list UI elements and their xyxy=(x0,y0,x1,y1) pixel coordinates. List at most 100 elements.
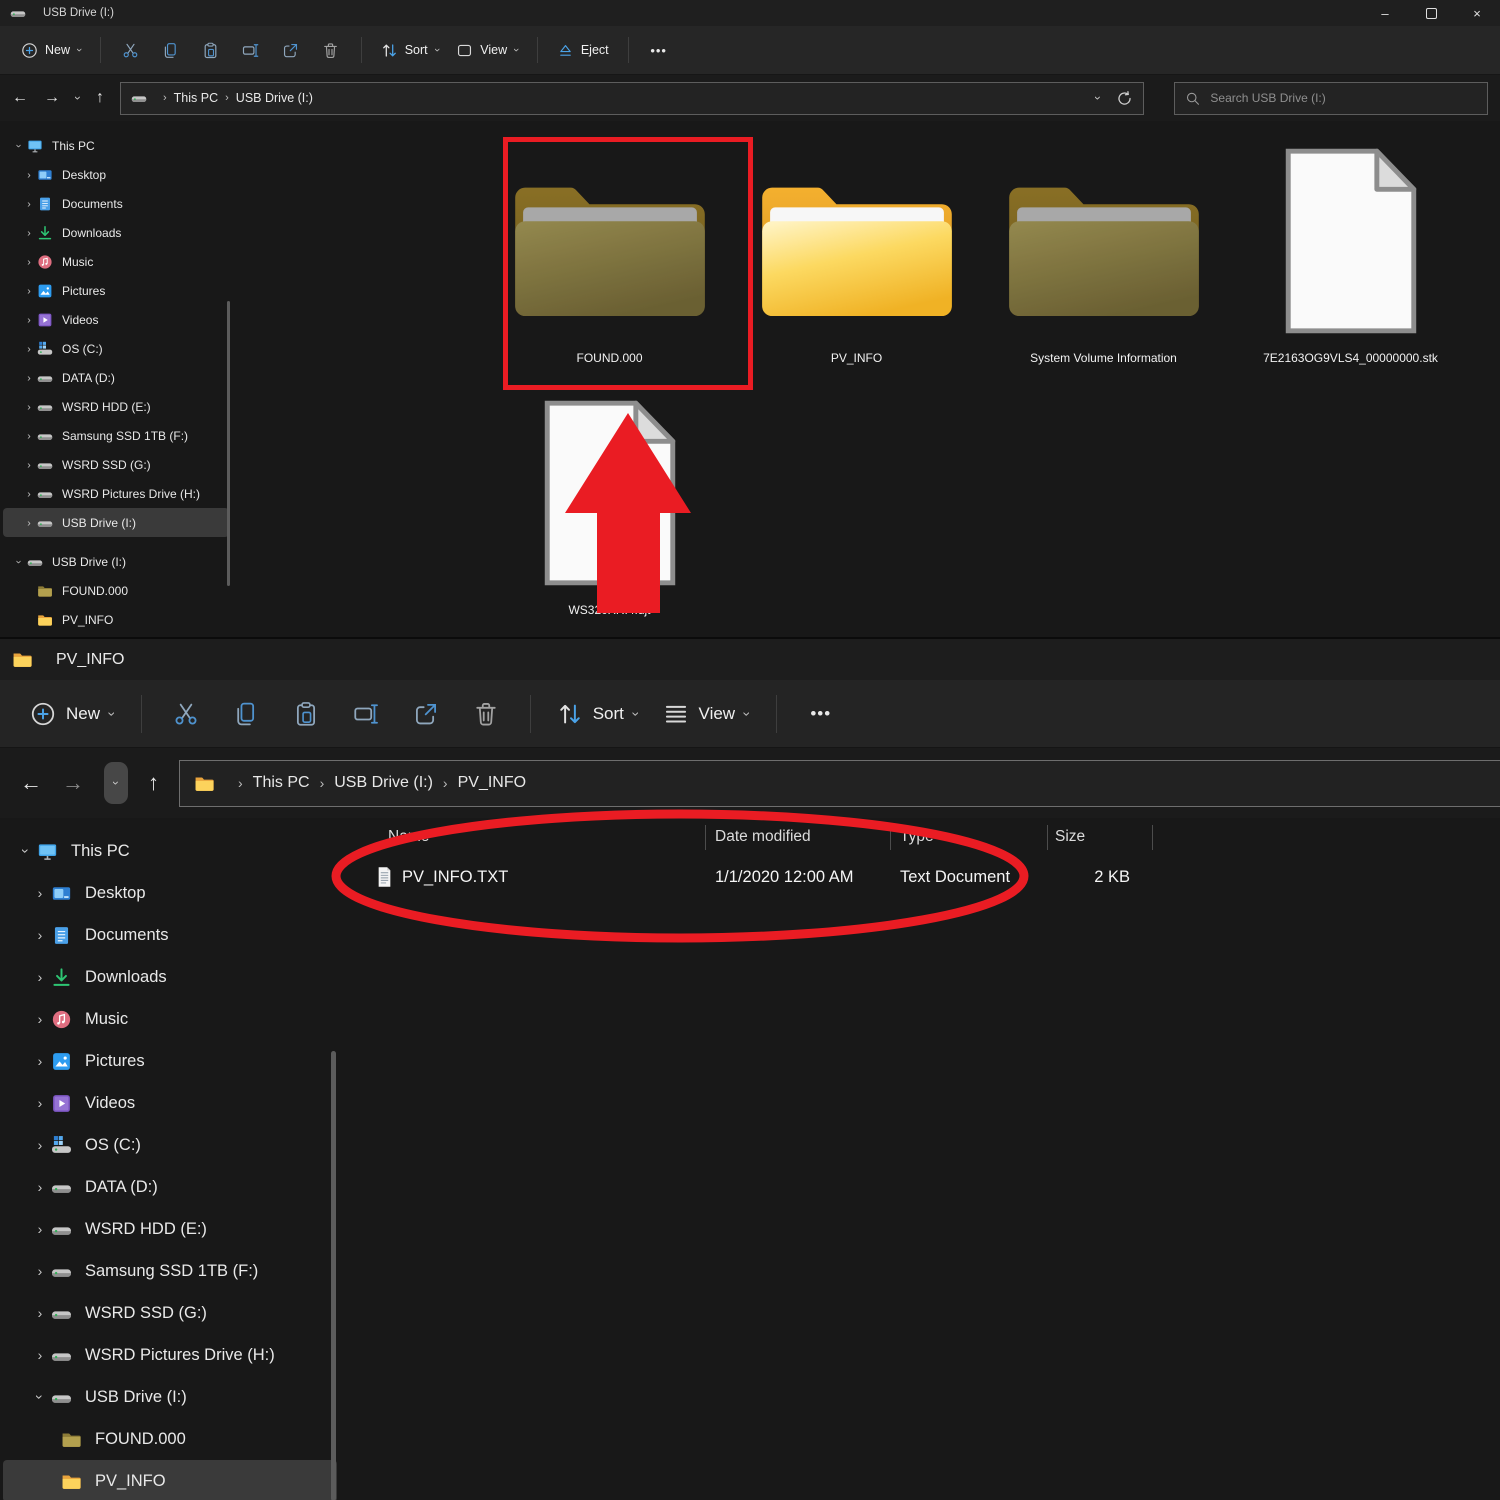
chevron-down-icon[interactable]: › xyxy=(13,138,25,154)
search-input[interactable] xyxy=(1208,90,1477,106)
chevron-right-icon[interactable]: › xyxy=(29,1347,51,1363)
sidebar-item[interactable]: › Documents xyxy=(3,914,337,956)
sidebar-item[interactable]: FOUND.000 xyxy=(3,1418,337,1460)
recent-locations-button[interactable]: › xyxy=(104,762,128,804)
sort-button[interactable]: Sort › xyxy=(545,690,651,738)
delete-button[interactable] xyxy=(456,690,516,738)
sidebar-item[interactable]: › WSRD HDD (E:) xyxy=(3,392,229,421)
sort-button[interactable]: Sort › xyxy=(372,33,448,67)
sidebar-item[interactable]: › WSRD SSD (G:) xyxy=(3,1292,337,1334)
sidebar-item[interactable]: › Music xyxy=(3,998,337,1040)
chevron-down-icon[interactable]: › xyxy=(32,1386,48,1408)
chevron-right-icon[interactable]: › xyxy=(29,1263,51,1279)
rename-button[interactable] xyxy=(336,690,396,738)
column-divider[interactable] xyxy=(1152,825,1153,850)
column-header-name[interactable]: Name xyxy=(388,822,429,852)
breadcrumb-segment[interactable]: › This PC xyxy=(163,91,218,105)
address-bar[interactable]: › This PC › USB Drive (I:) › PV_INFO xyxy=(179,760,1500,807)
up-button[interactable]: ↑ xyxy=(96,90,104,106)
share-button[interactable] xyxy=(396,690,456,738)
new-button[interactable]: New › xyxy=(12,33,90,67)
sidebar-item[interactable]: › OS (C:) xyxy=(3,1124,337,1166)
chevron-down-icon[interactable]: › xyxy=(13,554,25,570)
sidebar-item[interactable]: › Desktop xyxy=(3,872,337,914)
more-options-button[interactable]: ••• xyxy=(791,690,851,738)
cut-button[interactable] xyxy=(111,33,151,67)
recent-locations-button[interactable]: › xyxy=(71,96,85,100)
chevron-right-icon[interactable]: › xyxy=(29,1179,51,1195)
breadcrumb-segment[interactable]: › This PC xyxy=(238,774,310,792)
sidebar-item[interactable]: › WSRD SSD (G:) xyxy=(3,450,229,479)
chevron-right-icon[interactable]: › xyxy=(29,1137,51,1153)
breadcrumb-segment[interactable]: › USB Drive (I:) xyxy=(320,774,433,792)
column-header-type[interactable]: Type xyxy=(900,822,934,852)
file-row-pv-info-txt[interactable]: PV_INFO.TXT 1/1/2020 12:00 AM Text Docum… xyxy=(340,858,1170,896)
chevron-right-icon[interactable]: › xyxy=(29,969,51,985)
sidebar-item[interactable]: › Samsung SSD 1TB (F:) xyxy=(3,421,229,450)
back-button[interactable]: ← xyxy=(20,772,42,794)
file-tile[interactable]: WS220XR.4.93.djt xyxy=(1474,138,1500,390)
search-box[interactable] xyxy=(1174,82,1488,115)
chevron-right-icon[interactable]: › xyxy=(29,1221,51,1237)
chevron-right-icon[interactable]: › xyxy=(21,343,37,355)
chevron-right-icon[interactable]: › xyxy=(21,314,37,326)
forward-button[interactable]: → xyxy=(62,772,84,794)
eject-button[interactable]: Eject xyxy=(548,33,618,67)
more-options-button[interactable]: ••• xyxy=(639,33,679,67)
sidebar-item[interactable]: › USB Drive (I:) xyxy=(3,547,229,576)
sidebar-item[interactable]: › Pictures xyxy=(3,276,229,305)
chevron-right-icon[interactable]: › xyxy=(21,169,37,181)
maximize-button[interactable] xyxy=(1408,0,1454,26)
chevron-right-icon[interactable]: › xyxy=(21,517,37,529)
sidebar-item[interactable]: › WSRD Pictures Drive (H:) xyxy=(3,1334,337,1376)
sidebar-item[interactable]: › Music xyxy=(3,247,229,276)
sidebar-item[interactable]: › Samsung SSD 1TB (F:) xyxy=(3,1250,337,1292)
back-button[interactable]: ← xyxy=(12,90,28,106)
column-header-size[interactable]: Size xyxy=(1055,822,1085,852)
chevron-right-icon[interactable]: › xyxy=(21,285,37,297)
forward-button[interactable]: → xyxy=(44,90,60,106)
sidebar-item[interactable]: › This PC xyxy=(3,131,229,160)
paste-button[interactable] xyxy=(191,33,231,67)
copy-button[interactable] xyxy=(151,33,191,67)
column-header-date-modified[interactable]: Date modified xyxy=(715,822,811,852)
sidebar-item[interactable]: PV_INFO xyxy=(3,1460,337,1500)
up-button[interactable]: ↑ xyxy=(148,772,159,794)
sidebar-item[interactable]: › Videos xyxy=(3,305,229,334)
refresh-button[interactable] xyxy=(1116,90,1133,107)
column-divider[interactable] xyxy=(1047,825,1048,850)
sidebar-item[interactable]: › WSRD HDD (E:) xyxy=(3,1208,337,1250)
column-divider[interactable] xyxy=(890,825,891,850)
new-button[interactable]: New › xyxy=(18,690,127,738)
chevron-right-icon[interactable]: › xyxy=(21,401,37,413)
chevron-right-icon[interactable]: › xyxy=(29,1095,51,1111)
share-button[interactable] xyxy=(271,33,311,67)
sidebar-scrollbar[interactable] xyxy=(331,1051,336,1500)
file-tile[interactable]: FOUND.000 xyxy=(486,138,733,390)
copy-button[interactable] xyxy=(216,690,276,738)
sidebar-item[interactable]: › DATA (D:) xyxy=(3,1166,337,1208)
sidebar-item[interactable]: › DATA (D:) xyxy=(3,363,229,392)
sidebar-item[interactable]: PV_INFO xyxy=(3,605,229,634)
address-dropdown-button[interactable]: › xyxy=(1091,96,1105,100)
address-bar[interactable]: › This PC › USB Drive (I:) › xyxy=(120,82,1144,115)
chevron-right-icon[interactable]: › xyxy=(29,885,51,901)
chevron-right-icon[interactable]: › xyxy=(29,1011,51,1027)
sidebar-item[interactable]: › Downloads xyxy=(3,956,337,998)
sidebar-item[interactable]: FOUND.000 xyxy=(3,576,229,605)
sidebar-item[interactable]: › OS (C:) xyxy=(3,334,229,363)
chevron-right-icon[interactable]: › xyxy=(21,430,37,442)
file-tile[interactable]: PV_INFO xyxy=(733,138,980,390)
chevron-right-icon[interactable]: › xyxy=(21,256,37,268)
sidebar-item[interactable]: › Documents xyxy=(3,189,229,218)
column-divider[interactable] xyxy=(705,825,706,850)
sidebar-item[interactable]: › Downloads xyxy=(3,218,229,247)
sidebar-item[interactable]: › Pictures xyxy=(3,1040,337,1082)
paste-button[interactable] xyxy=(276,690,336,738)
chevron-right-icon[interactable]: › xyxy=(21,227,37,239)
chevron-right-icon[interactable]: › xyxy=(29,1053,51,1069)
chevron-right-icon[interactable]: › xyxy=(21,459,37,471)
minimize-button[interactable]: – xyxy=(1362,0,1408,26)
sidebar-scrollbar[interactable] xyxy=(227,301,230,586)
file-tile[interactable]: System Volume Information xyxy=(980,138,1227,390)
